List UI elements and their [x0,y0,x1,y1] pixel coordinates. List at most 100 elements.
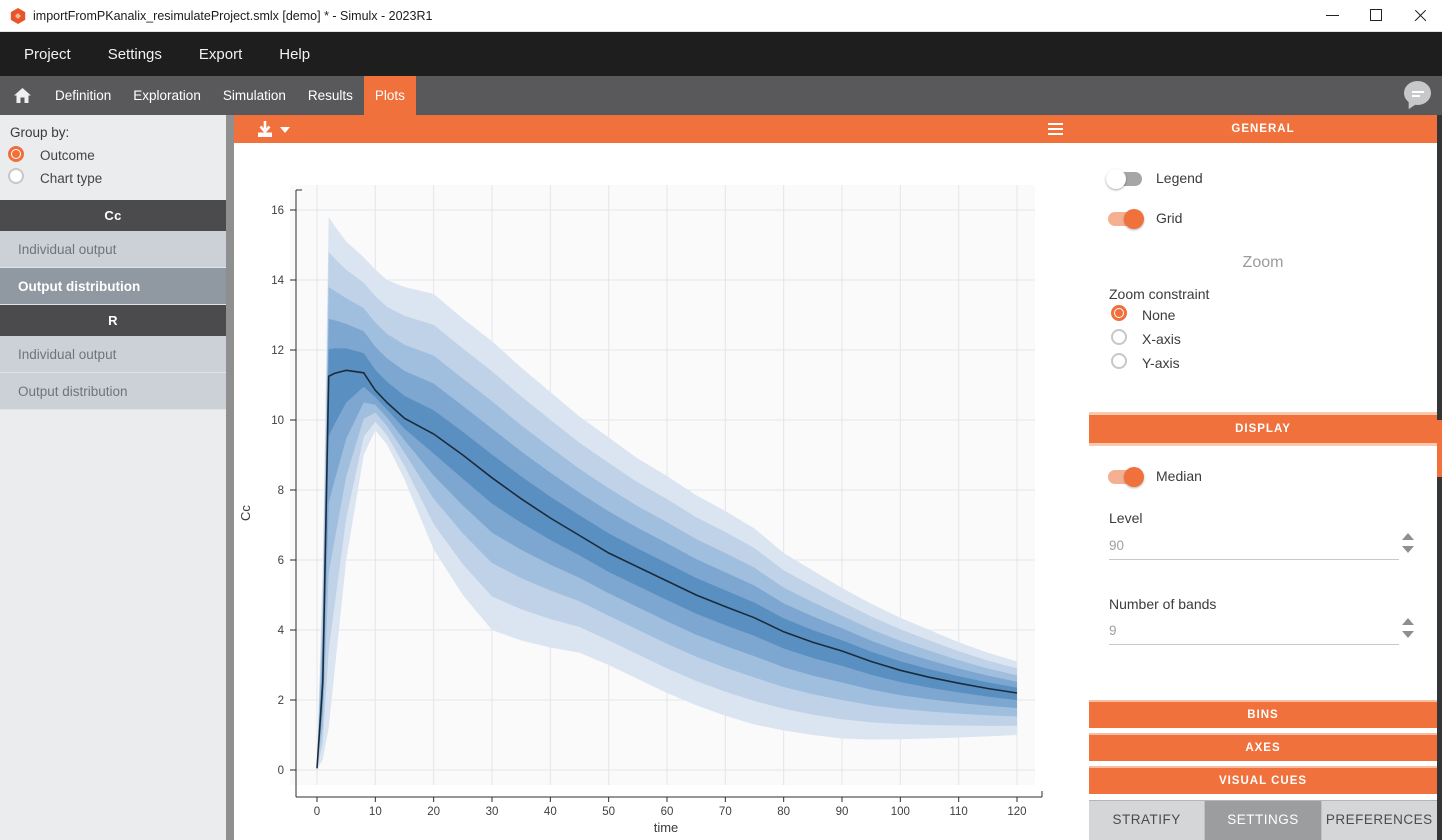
zoom-constraint-xaxis-radio[interactable] [1111,329,1127,345]
chart-toolbar [234,115,1089,143]
output-distribution-chart[interactable]: 0246810121416010203040506070809010011012… [234,143,1089,840]
main-tab-bar: Definition Exploration Simulation Result… [0,76,1442,115]
x-tick-label: 110 [949,806,967,818]
level-label: Level [1109,510,1142,526]
number-of-bands-label: Number of bands [1109,596,1216,612]
close-button[interactable] [1398,0,1442,31]
feedback-button[interactable] [1404,81,1434,111]
speech-bubble-icon [1404,81,1432,109]
zoom-constraint-yaxis-radio[interactable] [1111,353,1127,369]
x-tick-label: 90 [836,806,849,818]
tab-stratify[interactable]: STRATIFY [1089,801,1205,840]
plots-sidebar: Group by: Outcome Chart type Cc Individu… [0,115,226,840]
menu-project[interactable]: Project [24,46,71,63]
maximize-button[interactable] [1354,0,1398,31]
y-tick-label: 14 [271,275,284,287]
zoom-constraint-label: Zoom constraint [1109,286,1209,302]
download-icon[interactable] [256,120,274,138]
menu-settings[interactable]: Settings [108,46,162,63]
x-tick-label: 30 [486,806,499,818]
tab-results[interactable]: Results [297,76,364,115]
group-by-label: Group by: [10,125,69,140]
sidebar-section-r[interactable]: R [0,305,226,336]
tab-simulation[interactable]: Simulation [212,76,297,115]
panel-footer-tabs: STRATIFY SETTINGS PREFERENCES [1089,800,1437,840]
x-tick-label: 50 [602,806,615,818]
y-tick-label: 6 [278,555,284,567]
y-tick-label: 16 [271,205,284,217]
x-tick-label: 20 [427,806,440,818]
minimize-button[interactable] [1310,0,1354,31]
bands-increment-button[interactable] [1402,618,1414,625]
section-header-general[interactable]: GENERAL [1089,115,1437,143]
zoom-constraint-xaxis-label[interactable]: X-axis [1142,331,1181,347]
sidebar-item-cc-individual-output[interactable]: Individual output [0,231,226,268]
window-title: importFromPKanalix_resimulateProject.sml… [33,9,432,23]
menu-help[interactable]: Help [279,46,310,63]
zoom-section-title: Zoom [1089,254,1437,272]
x-tick-label: 70 [719,806,732,818]
level-increment-button[interactable] [1402,533,1414,540]
level-input[interactable]: 90 [1109,538,1124,553]
level-decrement-button[interactable] [1402,546,1414,553]
menu-bar: Project Settings Export Help [0,32,1442,76]
median-toggle-label: Median [1156,468,1202,484]
x-tick-label: 80 [777,806,790,818]
zoom-constraint-none-radio[interactable] [1111,305,1127,321]
section-header-bins[interactable]: BINS [1089,700,1437,728]
y-tick-label: 0 [278,765,284,777]
y-tick-label: 2 [278,695,284,707]
grid-toggle-label: Grid [1156,210,1182,226]
section-header-visual-cues[interactable]: VISUAL CUES [1089,766,1437,794]
bands-input-underline [1109,644,1399,645]
download-options-caret[interactable] [280,127,290,133]
group-by-block: Group by: Outcome Chart type [0,115,226,200]
legend-toggle-label: Legend [1156,170,1203,186]
level-input-underline [1109,559,1399,560]
zoom-constraint-yaxis-label[interactable]: Y-axis [1142,355,1180,371]
number-of-bands-input[interactable]: 9 [1109,623,1117,638]
menu-export[interactable]: Export [199,46,242,63]
group-by-outcome-label[interactable]: Outcome [40,148,95,163]
y-axis-title: Cc [238,505,253,521]
grid-toggle[interactable] [1108,212,1142,226]
x-tick-label: 40 [544,806,557,818]
panel-scrollbar[interactable] [1437,115,1442,840]
home-icon [13,87,32,104]
group-by-outcome-radio[interactable] [8,146,24,162]
y-tick-label: 10 [271,415,284,427]
settings-panel: GENERAL Legend Grid Zoom Zoom constraint… [1089,115,1437,840]
sidebar-item-r-output-distribution[interactable]: Output distribution [0,373,226,410]
chart-menu-icon[interactable] [1048,123,1063,138]
sidebar-scrollbar-gutter[interactable] [226,115,234,840]
home-tab[interactable] [0,76,44,115]
x-tick-label: 10 [369,806,382,818]
tab-definition[interactable]: Definition [44,76,122,115]
tab-plots[interactable]: Plots [364,76,416,115]
sidebar-section-cc[interactable]: Cc [0,200,226,231]
x-tick-label: 60 [661,806,674,818]
median-toggle[interactable] [1108,470,1142,484]
x-tick-label: 100 [891,806,910,818]
title-bar: importFromPKanalix_resimulateProject.sml… [0,0,1442,32]
tab-preferences[interactable]: PREFERENCES [1322,801,1437,840]
section-header-display[interactable]: DISPLAY [1089,412,1437,446]
app-logo-icon [10,8,26,24]
group-by-charttype-radio[interactable] [8,168,24,184]
tab-exploration[interactable]: Exploration [122,76,212,115]
bands-decrement-button[interactable] [1402,631,1414,638]
zoom-constraint-none-label[interactable]: None [1142,307,1175,323]
panel-scrollbar-thumb[interactable] [1437,420,1442,477]
x-tick-label: 120 [1007,806,1026,818]
x-axis-title: time [654,820,679,835]
sidebar-item-cc-output-distribution[interactable]: Output distribution [0,268,226,305]
legend-toggle[interactable] [1108,172,1142,186]
y-tick-label: 8 [278,485,284,497]
tab-settings[interactable]: SETTINGS [1205,801,1321,840]
group-by-charttype-label[interactable]: Chart type [40,171,102,186]
x-tick-label: 0 [314,806,320,818]
section-header-axes[interactable]: AXES [1089,733,1437,761]
sidebar-item-r-individual-output[interactable]: Individual output [0,336,226,373]
y-tick-label: 4 [278,625,285,637]
simulx-window: importFromPKanalix_resimulateProject.sml… [0,0,1442,840]
